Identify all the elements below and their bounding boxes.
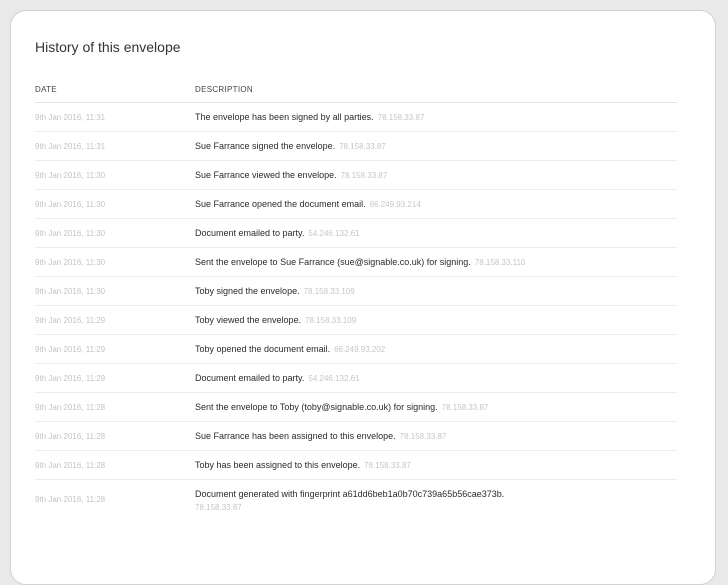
event-text: Document generated with fingerprint a61d…: [195, 489, 505, 499]
event-description: Sue Farrance opened the document email. 6…: [195, 198, 677, 211]
event-description: Toby has been assigned to this envelope.…: [195, 459, 677, 472]
ip-address: 78.158.33.87: [339, 141, 386, 151]
event-date: 9th Jan 2016, 11:31: [35, 141, 106, 151]
event-description: Document emailed to party. 54.246.132.61: [195, 372, 677, 385]
event-text: Document emailed to party.: [195, 227, 305, 238]
event-description: Sent the envelope to Toby (toby@signable…: [195, 401, 677, 414]
event-date: 9th Jan 2016, 11:28: [35, 402, 106, 412]
event-text: Toby viewed the envelope.: [195, 314, 302, 325]
table-row: 9th Jan 2016, 11:28 Toby has been assign…: [35, 451, 677, 480]
ip-address: 78.158.33.87: [399, 431, 447, 441]
event-description: Toby viewed the envelope. 78.158.33.109: [195, 314, 677, 327]
event-text: The envelope has been signed by all part…: [195, 111, 374, 122]
event-description: Toby signed the envelope. 78.158.33.109: [195, 285, 677, 298]
table-row: 9th Jan 2016, 11:28 Document generated w…: [35, 480, 677, 528]
event-date: 9th Jan 2016, 11:31: [35, 112, 106, 122]
table-header-row: DATE DESCRIPTION: [35, 77, 677, 103]
event-text: Sue Farrance viewed the envelope.: [195, 169, 337, 180]
table-row: 9th Jan 2016, 11:30 Sue Farrance viewed …: [35, 161, 677, 190]
event-text: Toby opened the document email.: [195, 343, 331, 354]
event-text: Document emailed to party.: [195, 372, 305, 383]
ip-address: 78.158.33.109: [303, 286, 355, 296]
ip-address: 78.158.33.110: [474, 257, 526, 267]
event-text: Sent the envelope to Sue Farrance (sue@s…: [195, 256, 471, 267]
ip-address: 66.249.93.202: [334, 344, 386, 354]
event-description: Sue Farrance has been assigned to this e…: [195, 430, 677, 443]
table-row: 9th Jan 2016, 11:30 Document emailed to …: [35, 219, 677, 248]
event-description: Sent the envelope to Sue Farrance (sue@s…: [195, 256, 677, 269]
ip-address: 54.246.132.61: [308, 228, 360, 238]
event-text: Sue Farrance signed the envelope.: [195, 140, 336, 151]
event-text: Toby has been assigned to this envelope.: [195, 459, 361, 470]
ip-address: 78.158.33.87: [364, 460, 411, 470]
event-date: 9th Jan 2016, 11:28: [35, 460, 106, 470]
event-date: 9th Jan 2016, 11:29: [35, 344, 106, 354]
table-row: 9th Jan 2016, 11:30 Sue Farrance opened …: [35, 190, 677, 219]
ip-address: 78.158.33.87: [377, 112, 425, 122]
table-row: 9th Jan 2016, 11:30 Toby signed the enve…: [35, 277, 677, 306]
table-row: 9th Jan 2016, 11:31 Sue Farrance signed …: [35, 132, 677, 161]
card-title: History of this envelope: [35, 39, 181, 55]
event-text: Sue Farrance has been assigned to this e…: [195, 430, 396, 441]
event-date: 9th Jan 2016, 11:29: [35, 373, 106, 383]
event-date: 9th Jan 2016, 11:28: [35, 495, 106, 504]
table-row: 9th Jan 2016, 11:28 Sue Farrance has bee…: [35, 422, 677, 451]
event-date: 9th Jan 2016, 11:30: [35, 228, 106, 238]
event-description: Toby opened the document email. 66.249.93…: [195, 343, 677, 356]
ip-address: 78.158.33.109: [305, 315, 357, 325]
ip-address: 54.246.132.61: [308, 373, 360, 383]
ip-address: 78.158.33.87: [195, 503, 242, 512]
event-description: Sue Farrance signed the envelope. 78.158.…: [195, 140, 677, 153]
history-table: DATE DESCRIPTION 9th Jan 2016, 11:31 The…: [35, 77, 677, 528]
description-column-header: DESCRIPTION: [195, 85, 253, 94]
event-date: 9th Jan 2016, 11:28: [35, 431, 106, 441]
table-row: 9th Jan 2016, 11:29 Document emailed to …: [35, 364, 677, 393]
event-description: Sue Farrance viewed the envelope. 78.158.…: [195, 169, 677, 182]
ip-address: 78.158.33.87: [340, 170, 388, 180]
table-row: 9th Jan 2016, 11:28 Sent the envelope to…: [35, 393, 677, 422]
table-row: 9th Jan 2016, 11:29 Toby viewed the enve…: [35, 306, 677, 335]
event-description: The envelope has been signed by all part…: [195, 111, 677, 124]
event-date: 9th Jan 2016, 11:30: [35, 199, 106, 209]
event-date: 9th Jan 2016, 11:30: [35, 170, 106, 180]
event-date: 9th Jan 2016, 11:30: [35, 286, 106, 296]
event-text: Sent the envelope to Toby (toby@signable…: [195, 401, 438, 412]
ip-address: 78.158.33.87: [441, 402, 489, 412]
table-row: 9th Jan 2016, 11:29 Toby opened the docu…: [35, 335, 677, 364]
event-date: 9th Jan 2016, 11:29: [35, 315, 106, 325]
table-row: 9th Jan 2016, 11:30 Sent the envelope to…: [35, 248, 677, 277]
table-row: 9th Jan 2016, 11:31 The envelope has bee…: [35, 103, 677, 132]
ip-address: 66.249.93.214: [369, 199, 421, 209]
event-date: 9th Jan 2016, 11:30: [35, 257, 106, 267]
event-description: Document generated with fingerprint a61d…: [195, 488, 677, 514]
event-text: Toby signed the envelope.: [195, 285, 300, 296]
event-text: Sue Farrance opened the document email.: [195, 198, 366, 209]
envelope-history-card: History of this envelope DATE DESCRIPTIO…: [10, 10, 716, 585]
date-column-header: DATE: [35, 85, 57, 94]
event-description: Document emailed to party. 54.246.132.61: [195, 227, 677, 240]
